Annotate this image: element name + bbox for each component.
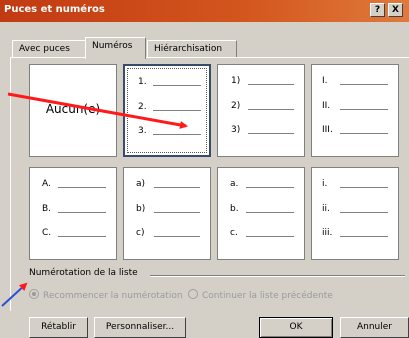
- marker-3: c.: [230, 228, 238, 238]
- marker-3: c): [136, 228, 145, 238]
- text-line: [248, 109, 294, 110]
- text-line: [248, 133, 294, 134]
- text-line: [246, 212, 294, 213]
- tab-outline[interactable]: Hiérarchisation: [147, 40, 237, 58]
- text-line: [246, 236, 294, 237]
- ok-button[interactable]: OK: [259, 317, 333, 338]
- text-line: [58, 236, 106, 237]
- reset-button[interactable]: Rétablir: [29, 317, 88, 338]
- text-line: [340, 212, 388, 213]
- text-line: [340, 109, 388, 110]
- marker-2: 2.: [138, 102, 147, 112]
- marker-3: iii.: [322, 228, 333, 238]
- radio-icon: [188, 289, 198, 299]
- numbering-style-arabic-paren[interactable]: 1) 2) 3): [217, 64, 305, 157]
- marker-2: b.: [230, 204, 239, 214]
- marker-1: I.: [322, 76, 328, 86]
- radio-icon: [29, 289, 39, 299]
- numbering-style-alpha-lower-period[interactable]: a. b. c.: [217, 167, 305, 260]
- marker-2: ii.: [322, 204, 330, 214]
- marker-1: A.: [42, 179, 51, 189]
- marker-3: 3): [231, 125, 241, 135]
- text-line: [340, 236, 388, 237]
- numbering-style-none[interactable]: Aucun(e): [29, 64, 117, 157]
- marker-3: III.: [322, 125, 333, 135]
- none-label: Aucun(e): [45, 102, 101, 116]
- marker-2: II.: [322, 101, 331, 111]
- marker-3: 3.: [138, 126, 147, 136]
- text-line: [58, 212, 106, 213]
- tab-label: Avec puces: [19, 44, 70, 54]
- tab-numbers[interactable]: Numéros: [85, 37, 146, 59]
- bullets-numbering-dialog: Puces et numéros ? X Avec puces Numéros …: [0, 0, 409, 338]
- text-line: [340, 187, 388, 188]
- group-divider: [150, 275, 405, 277]
- marker-1: 1): [231, 76, 241, 86]
- numbering-style-alpha-lower-paren[interactable]: a) b) c): [123, 167, 211, 260]
- text-line: [246, 187, 294, 188]
- numbering-style-alpha-upper[interactable]: A. B. C.: [29, 167, 117, 260]
- text-line: [248, 84, 294, 85]
- marker-2: b): [136, 204, 146, 214]
- close-button[interactable]: X: [388, 3, 403, 17]
- customize-button[interactable]: Personnaliser...: [94, 317, 186, 338]
- restart-numbering-label: Recommencer la numérotation: [43, 291, 183, 301]
- title-bar[interactable]: Puces et numéros ? X: [0, 0, 409, 22]
- marker-1: a): [136, 179, 146, 189]
- text-line: [153, 134, 201, 135]
- restart-numbering-option[interactable]: Recommencer la numérotation: [29, 289, 183, 301]
- numbering-style-roman-lower[interactable]: i. ii. iii.: [311, 167, 399, 260]
- text-line: [340, 133, 388, 134]
- tab-label: Numéros: [92, 41, 133, 51]
- window-title: Puces et numéros: [4, 4, 105, 15]
- marker-1: 1.: [138, 77, 147, 87]
- continue-list-option[interactable]: Continuer la liste précédente: [188, 289, 333, 301]
- text-line: [340, 84, 388, 85]
- text-line: [154, 236, 200, 237]
- numbering-style-arabic-period[interactable]: 1. 2. 3.: [123, 64, 211, 157]
- text-line: [154, 212, 200, 213]
- continue-list-label: Continuer la liste précédente: [202, 291, 333, 301]
- cancel-button[interactable]: Annuler: [340, 317, 409, 338]
- marker-1: i.: [322, 179, 328, 189]
- marker-2: B.: [42, 204, 52, 214]
- text-line: [153, 110, 201, 111]
- tab-bullets[interactable]: Avec puces: [12, 40, 86, 58]
- list-numbering-group-label: Numérotation de la liste: [29, 268, 138, 278]
- text-line: [58, 187, 106, 188]
- marker-2: 2): [231, 101, 241, 111]
- text-line: [153, 85, 201, 86]
- marker-1: a.: [230, 179, 239, 189]
- numbering-style-roman-upper[interactable]: I. II. III.: [311, 64, 399, 157]
- help-button[interactable]: ?: [370, 3, 385, 17]
- tab-label: Hiérarchisation: [154, 44, 223, 54]
- marker-3: C.: [42, 228, 52, 238]
- text-line: [154, 187, 200, 188]
